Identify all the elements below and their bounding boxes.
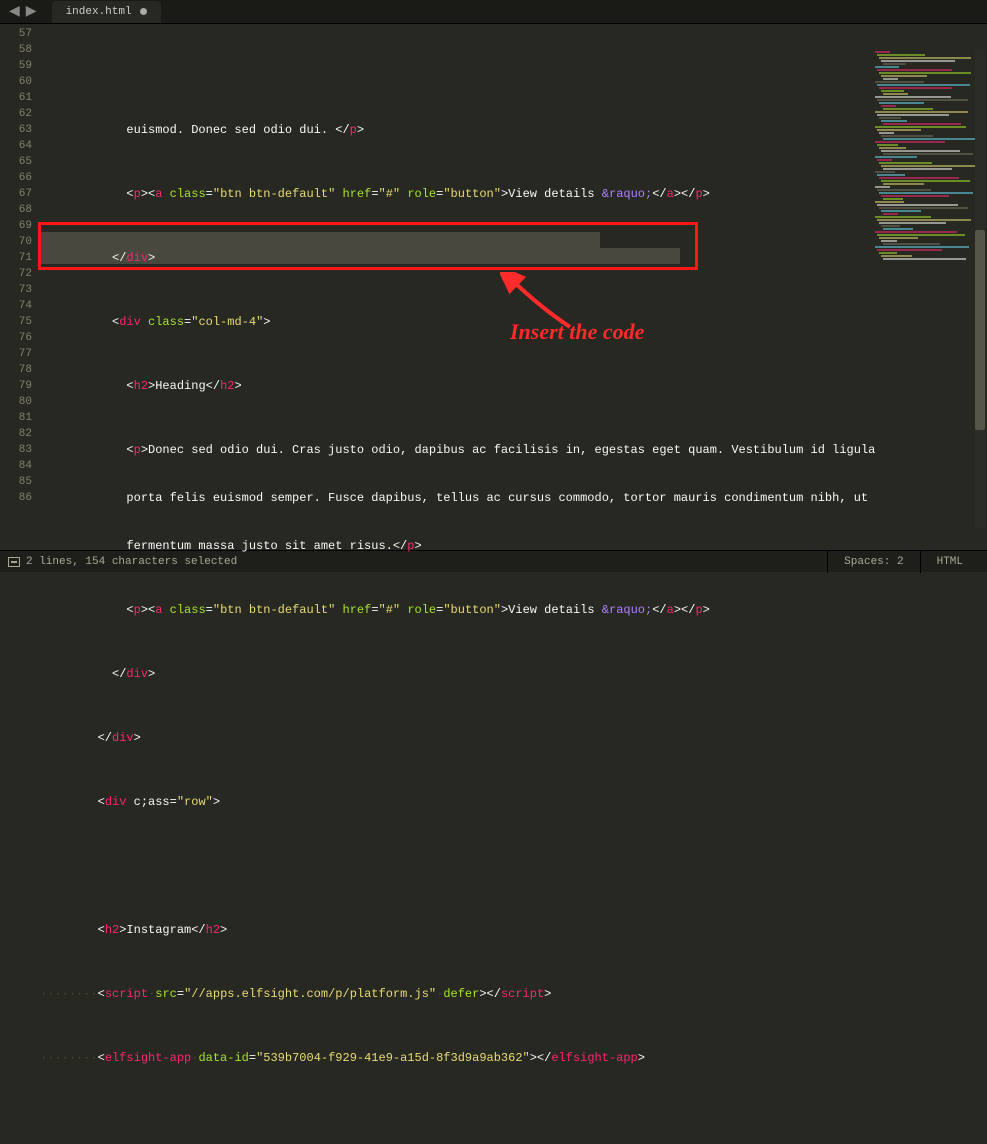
code-text: euismod. Donec sed odio dui. (40, 123, 335, 137)
selection-highlight (40, 232, 600, 248)
editor[interactable]: 5758596061626364656667686970717273747576… (0, 24, 987, 550)
modified-indicator-icon (140, 8, 147, 15)
minimap[interactable] (873, 50, 973, 270)
selection-icon (8, 557, 20, 567)
nav-forward-icon[interactable]: ▶ (23, 3, 40, 20)
tab-title: index.html (66, 6, 132, 18)
code-area[interactable]: euismod. Donec sed odio dui. </p> <p><a … (40, 24, 987, 550)
title-bar: ◀ ▶ index.html (0, 0, 987, 24)
nav-back-icon[interactable]: ◀ (6, 3, 23, 20)
line-number-gutter: 5758596061626364656667686970717273747576… (0, 24, 40, 550)
file-tab[interactable]: index.html (52, 1, 161, 23)
status-selection: 2 lines, 154 characters selected (26, 556, 237, 568)
